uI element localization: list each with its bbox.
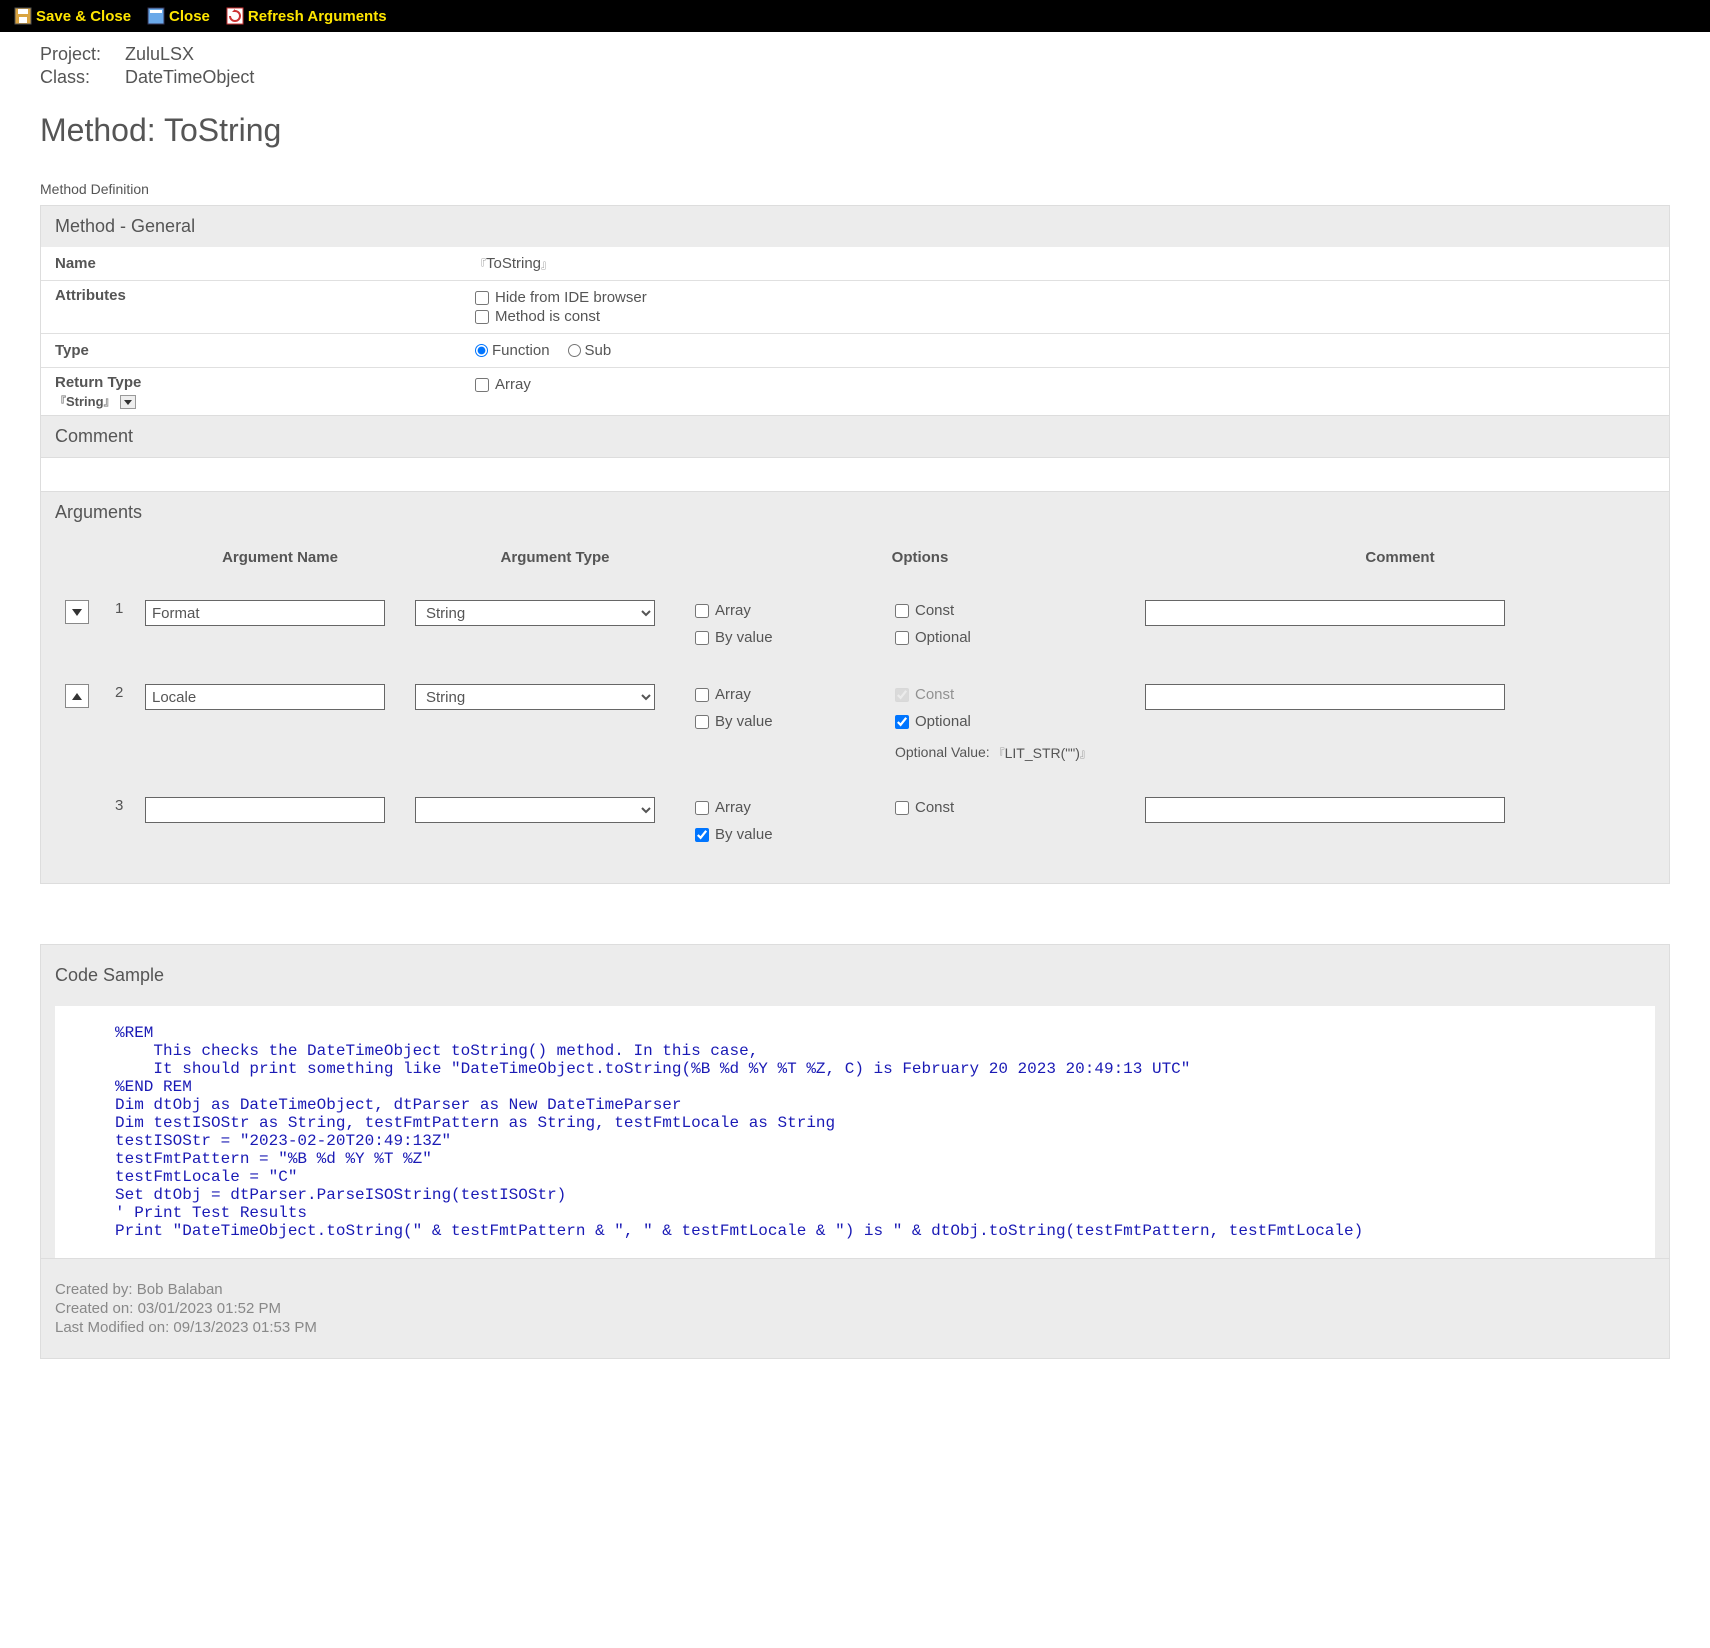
comment-body[interactable]: [41, 457, 1669, 491]
code-sample-section: Code Sample %REM This checks the DateTim…: [40, 944, 1670, 1259]
function-radio-input[interactable]: [475, 344, 488, 357]
created-on-value: 03/01/2023 01:52 PM: [138, 1300, 281, 1317]
method-general-section: Method - General Name 『 ToString 』 Attri…: [40, 205, 1670, 416]
arguments-header-row: Argument Name Argument Type Options Comm…: [55, 543, 1655, 582]
attributes-label: Attributes: [55, 287, 475, 304]
argument-row: 3ArrayBy valueConst: [55, 779, 1655, 863]
argtype-header: Argument Type: [501, 549, 610, 566]
arg-const-checkbox: [895, 688, 909, 702]
argument-row: 1StringArrayBy valueConstOptional: [55, 582, 1655, 666]
argoptions-header: Options: [892, 549, 949, 566]
return-type-value: String: [66, 394, 104, 409]
argument-name-input[interactable]: [145, 600, 385, 626]
argument-name-input[interactable]: [145, 797, 385, 823]
argument-name-input[interactable]: [145, 684, 385, 710]
created-by-value: Bob Balaban: [137, 1281, 223, 1298]
argument-type-select[interactable]: String: [415, 684, 655, 710]
save-close-label: Save & Close: [36, 8, 131, 25]
return-array-checkbox[interactable]: [475, 378, 489, 392]
created-on-label: Created on:: [55, 1300, 133, 1317]
return-type-dropdown-icon[interactable]: [120, 395, 136, 409]
arguments-section: Arguments Argument Name Argument Type Op…: [40, 492, 1670, 884]
modified-value: 09/13/2023 01:53 PM: [173, 1319, 316, 1336]
name-value: ToString: [486, 255, 541, 272]
argument-row: 2StringArrayBy valueConstOptionalOptiona…: [55, 666, 1655, 779]
argument-number: 3: [115, 797, 145, 814]
argument-type-select[interactable]: [415, 797, 655, 823]
type-label: Type: [55, 342, 475, 359]
project-value: ZuluLSX: [125, 44, 194, 64]
argname-header: Argument Name: [222, 549, 338, 566]
save-icon: [14, 7, 32, 25]
arg-const-checkbox[interactable]: [895, 604, 909, 618]
arguments-header: Arguments: [41, 492, 1669, 533]
move-up-button[interactable]: [65, 684, 89, 708]
return-type-label: Return Type: [55, 374, 475, 391]
project-line: Project: ZuluLSX: [40, 44, 1670, 65]
arg-byvalue-checkbox[interactable]: [695, 715, 709, 729]
modified-label: Last Modified on:: [55, 1319, 169, 1336]
argument-comment-input[interactable]: [1145, 684, 1505, 710]
class-label: Class:: [40, 67, 120, 88]
toolbar: Save & Close Close Refresh Arguments: [0, 0, 1710, 32]
arg-const-checkbox[interactable]: [895, 801, 909, 815]
method-general-header: Method - General: [41, 206, 1669, 247]
code-sample-header: Code Sample: [55, 955, 1655, 996]
argument-comment-input[interactable]: [1145, 600, 1505, 626]
return-array-label: Array: [495, 376, 531, 393]
comment-header: Comment: [41, 416, 1669, 457]
name-field[interactable]: 『 ToString 』: [475, 255, 552, 272]
close-label: Close: [169, 8, 210, 25]
content-area: Project: ZuluLSX Class: DateTimeObject M…: [0, 32, 1710, 1379]
method-const-label: Method is const: [495, 308, 600, 325]
save-close-button[interactable]: Save & Close: [8, 5, 137, 27]
method-definition-label: Method Definition: [40, 181, 1670, 197]
arg-optional-checkbox[interactable]: [895, 631, 909, 645]
optional-value-line: Optional Value: 『LIT_STR("")』: [895, 744, 1145, 761]
refresh-label: Refresh Arguments: [248, 8, 387, 25]
type-function-radio[interactable]: Function: [475, 342, 550, 359]
arg-byvalue-checkbox[interactable]: [695, 828, 709, 842]
close-button[interactable]: Close: [141, 5, 216, 27]
hide-checkbox[interactable]: [475, 291, 489, 305]
arg-optional-checkbox[interactable]: [895, 715, 909, 729]
refresh-button[interactable]: Refresh Arguments: [220, 5, 393, 27]
argument-number: 2: [115, 684, 145, 701]
comment-section: Comment: [40, 416, 1670, 492]
class-value: DateTimeObject: [125, 67, 254, 87]
created-by-label: Created by:: [55, 1281, 133, 1298]
arg-array-checkbox[interactable]: [695, 604, 709, 618]
argument-comment-input[interactable]: [1145, 797, 1505, 823]
arg-byvalue-checkbox[interactable]: [695, 631, 709, 645]
code-sample-body[interactable]: %REM This checks the DateTimeObject toSt…: [55, 1006, 1655, 1258]
close-icon: [147, 7, 165, 25]
optional-value-field[interactable]: 『LIT_STR("")』: [994, 745, 1091, 761]
method-const-checkbox[interactable]: [475, 310, 489, 324]
arg-array-checkbox[interactable]: [695, 801, 709, 815]
move-down-button[interactable]: [65, 600, 89, 624]
arg-array-checkbox[interactable]: [695, 688, 709, 702]
argument-type-select[interactable]: String: [415, 600, 655, 626]
argcomment-header: Comment: [1365, 549, 1434, 566]
return-type-field[interactable]: 『 String 』: [55, 393, 115, 409]
argument-number: 1: [115, 600, 145, 617]
project-label: Project:: [40, 44, 120, 65]
hide-label: Hide from IDE browser: [495, 289, 647, 306]
class-line: Class: DateTimeObject: [40, 67, 1670, 88]
name-label: Name: [55, 255, 475, 272]
type-sub-radio[interactable]: Sub: [568, 342, 612, 359]
sub-radio-input[interactable]: [568, 344, 581, 357]
method-title: Method: ToString: [40, 112, 1670, 149]
refresh-icon: [226, 7, 244, 25]
footer: Created by: Bob Balaban Created on: 03/0…: [40, 1259, 1670, 1359]
